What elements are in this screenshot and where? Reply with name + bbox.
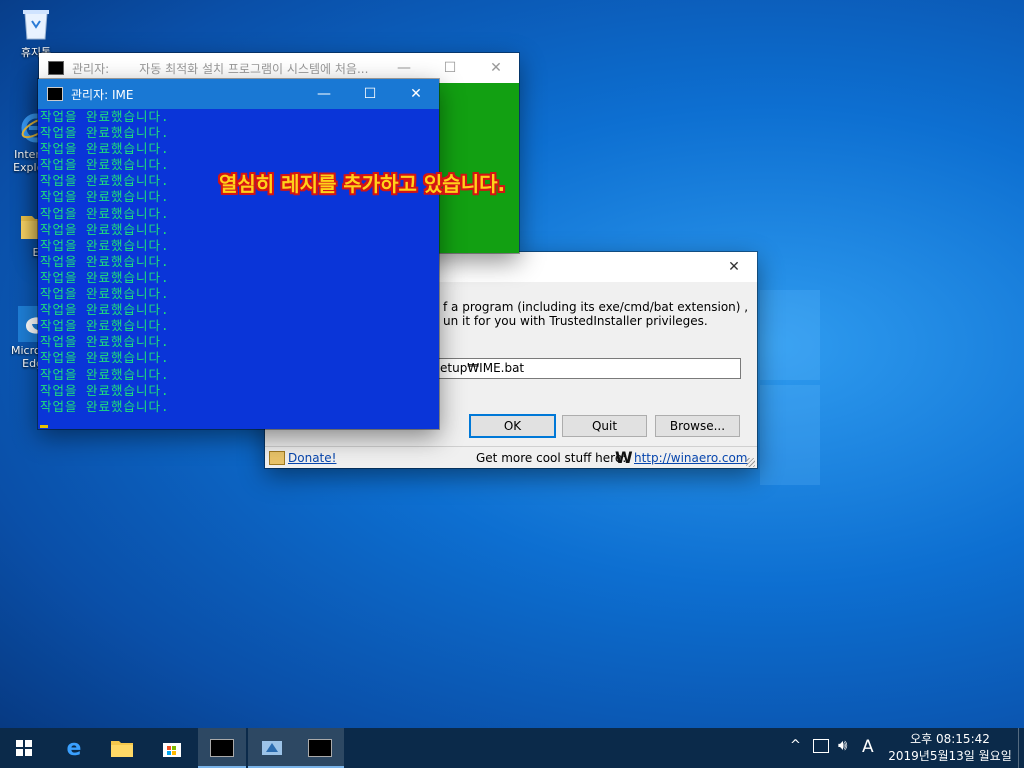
edge-icon: e <box>66 735 82 761</box>
console-cursor <box>40 424 48 428</box>
footer-text: Get more cool stuff here: <box>476 451 627 465</box>
console-line: 작업을 완료했습니다. <box>40 141 170 157</box>
console-line: 작업을 완료했습니다. <box>40 269 170 285</box>
show-hidden-icons-chevron-icon[interactable]: ^ <box>790 738 801 753</box>
taskbar-file-explorer-button[interactable] <box>98 728 146 768</box>
network-icon[interactable] <box>813 739 829 753</box>
donate-link[interactable]: Donate! <box>288 451 336 465</box>
console-line: 작업을 완료했습니다. <box>40 221 170 237</box>
dialog-description-line1: f a program (including its exe/cmd/bat e… <box>443 300 749 314</box>
ok-button[interactable]: OK <box>469 414 556 438</box>
console-line: 작업을 완료했습니다. <box>40 302 170 318</box>
cmd-icon <box>48 61 64 75</box>
console-line: 작업을 완료했습니다. <box>40 350 170 366</box>
cmd-front-console: 작업을 완료했습니다. 작업을 완료했습니다. 작업을 완료했습니다. 작업을 완료했… <box>38 109 439 429</box>
wallpaper-beam <box>760 290 820 380</box>
path-input-value: etup₩IME.bat <box>440 361 525 375</box>
browse-button-label: Browse... <box>669 419 726 433</box>
cmd-icon <box>210 739 234 757</box>
console-line: 작업을 완료했습니다. <box>40 366 170 382</box>
clock[interactable]: 오후 08:15:42 2019년5월13일 월요일 <box>880 731 1020 765</box>
quit-button-label: Quit <box>591 419 618 433</box>
close-button[interactable]: ✕ <box>393 79 439 109</box>
desktop-icon-recycle-bin[interactable]: 휴지통 <box>4 6 68 60</box>
clock-time: 오후 08:15:42 <box>910 732 990 746</box>
winaero-app-icon <box>262 741 282 755</box>
taskbar-cmd-button-2[interactable] <box>296 728 344 768</box>
recycle-bin-icon <box>18 6 54 42</box>
taskbar-cmd-button-1[interactable] <box>198 728 246 768</box>
close-button[interactable]: ✕ <box>473 53 519 83</box>
ok-button-label: OK <box>503 419 522 433</box>
taskbar-winaero-button[interactable] <box>248 728 296 768</box>
start-button[interactable] <box>0 728 48 768</box>
cmd-front-titlebar[interactable]: 관리자: IME — ☐ ✕ <box>38 79 439 109</box>
dialog-close-button[interactable]: ✕ <box>711 252 757 282</box>
browse-button[interactable]: Browse... <box>655 415 740 437</box>
cmd-window-front: 관리자: IME — ☐ ✕ 작업을 완료했습니다. 작업을 완료했습니다. 작업을… <box>38 79 439 429</box>
taskbar-store-button[interactable] <box>148 728 196 768</box>
resize-grip-icon[interactable] <box>746 458 755 467</box>
windows-logo-icon <box>16 740 32 756</box>
show-desktop-button[interactable] <box>1018 728 1024 768</box>
taskbar: e ^ 🔊︎ A 오후 08:15:42 2019년5월13일 월요일 <box>0 728 1024 768</box>
overlay-message: 열심히 레지를 추가하고 있습니다. <box>219 172 506 196</box>
console-line: 작업을 완료했습니다. <box>40 398 170 414</box>
console-line: 작업을 완료했습니다. <box>40 237 170 253</box>
cmd-icon <box>47 87 63 101</box>
folder-icon <box>111 741 133 757</box>
maximize-icon: ☐ <box>363 86 377 102</box>
winaero-logo-icon: W <box>615 448 633 467</box>
console-line: 작업을 완료했습니다. <box>40 125 170 141</box>
console-line: 작업을 완료했습니다. <box>40 109 170 124</box>
taskbar-edge-button[interactable]: e <box>50 728 98 768</box>
quit-button[interactable]: Quit <box>562 415 647 437</box>
close-icon: ✕ <box>410 86 422 102</box>
cmd-back-title-prefix: 관리자: <box>72 61 110 76</box>
ime-indicator[interactable]: A <box>862 737 874 757</box>
console-line: 작업을 완료했습니다. <box>40 318 170 334</box>
console-line: 작업을 완료했습니다. <box>40 286 170 302</box>
cmd-front-title: 관리자: IME <box>71 87 134 102</box>
clock-date: 2019년5월13일 월요일 <box>888 749 1012 763</box>
close-icon: ✕ <box>728 259 740 275</box>
winaero-link[interactable]: http://winaero.com <box>634 451 748 465</box>
volume-icon[interactable]: 🔊︎ <box>838 736 847 754</box>
path-input[interactable]: etup₩IME.bat <box>435 358 741 379</box>
maximize-button[interactable]: ☐ <box>347 79 393 109</box>
console-line: 작업을 완료했습니다. <box>40 205 170 221</box>
donate-icon <box>269 451 285 465</box>
minimize-icon: — <box>397 60 411 76</box>
close-icon: ✕ <box>490 60 502 76</box>
minimize-button[interactable]: — <box>301 79 347 109</box>
dialog-footer: Donate! Get more cool stuff here: W http… <box>265 446 757 469</box>
cmd-back-title: 자동 최적화 설치 프로그램이 시스템에 처음... <box>139 61 369 76</box>
store-icon <box>163 743 181 757</box>
console-line: 작업을 완료했습니다. <box>40 382 170 398</box>
dialog-description-line2: un it for you with TrustedInstaller priv… <box>443 314 708 328</box>
cmd-icon <box>308 739 332 757</box>
minimize-icon: — <box>317 86 331 102</box>
console-line: 작업을 완료했습니다. <box>40 334 170 350</box>
maximize-icon: ☐ <box>443 60 457 76</box>
wallpaper-beam <box>760 385 820 485</box>
console-line: 작업을 완료했습니다. <box>40 253 170 269</box>
